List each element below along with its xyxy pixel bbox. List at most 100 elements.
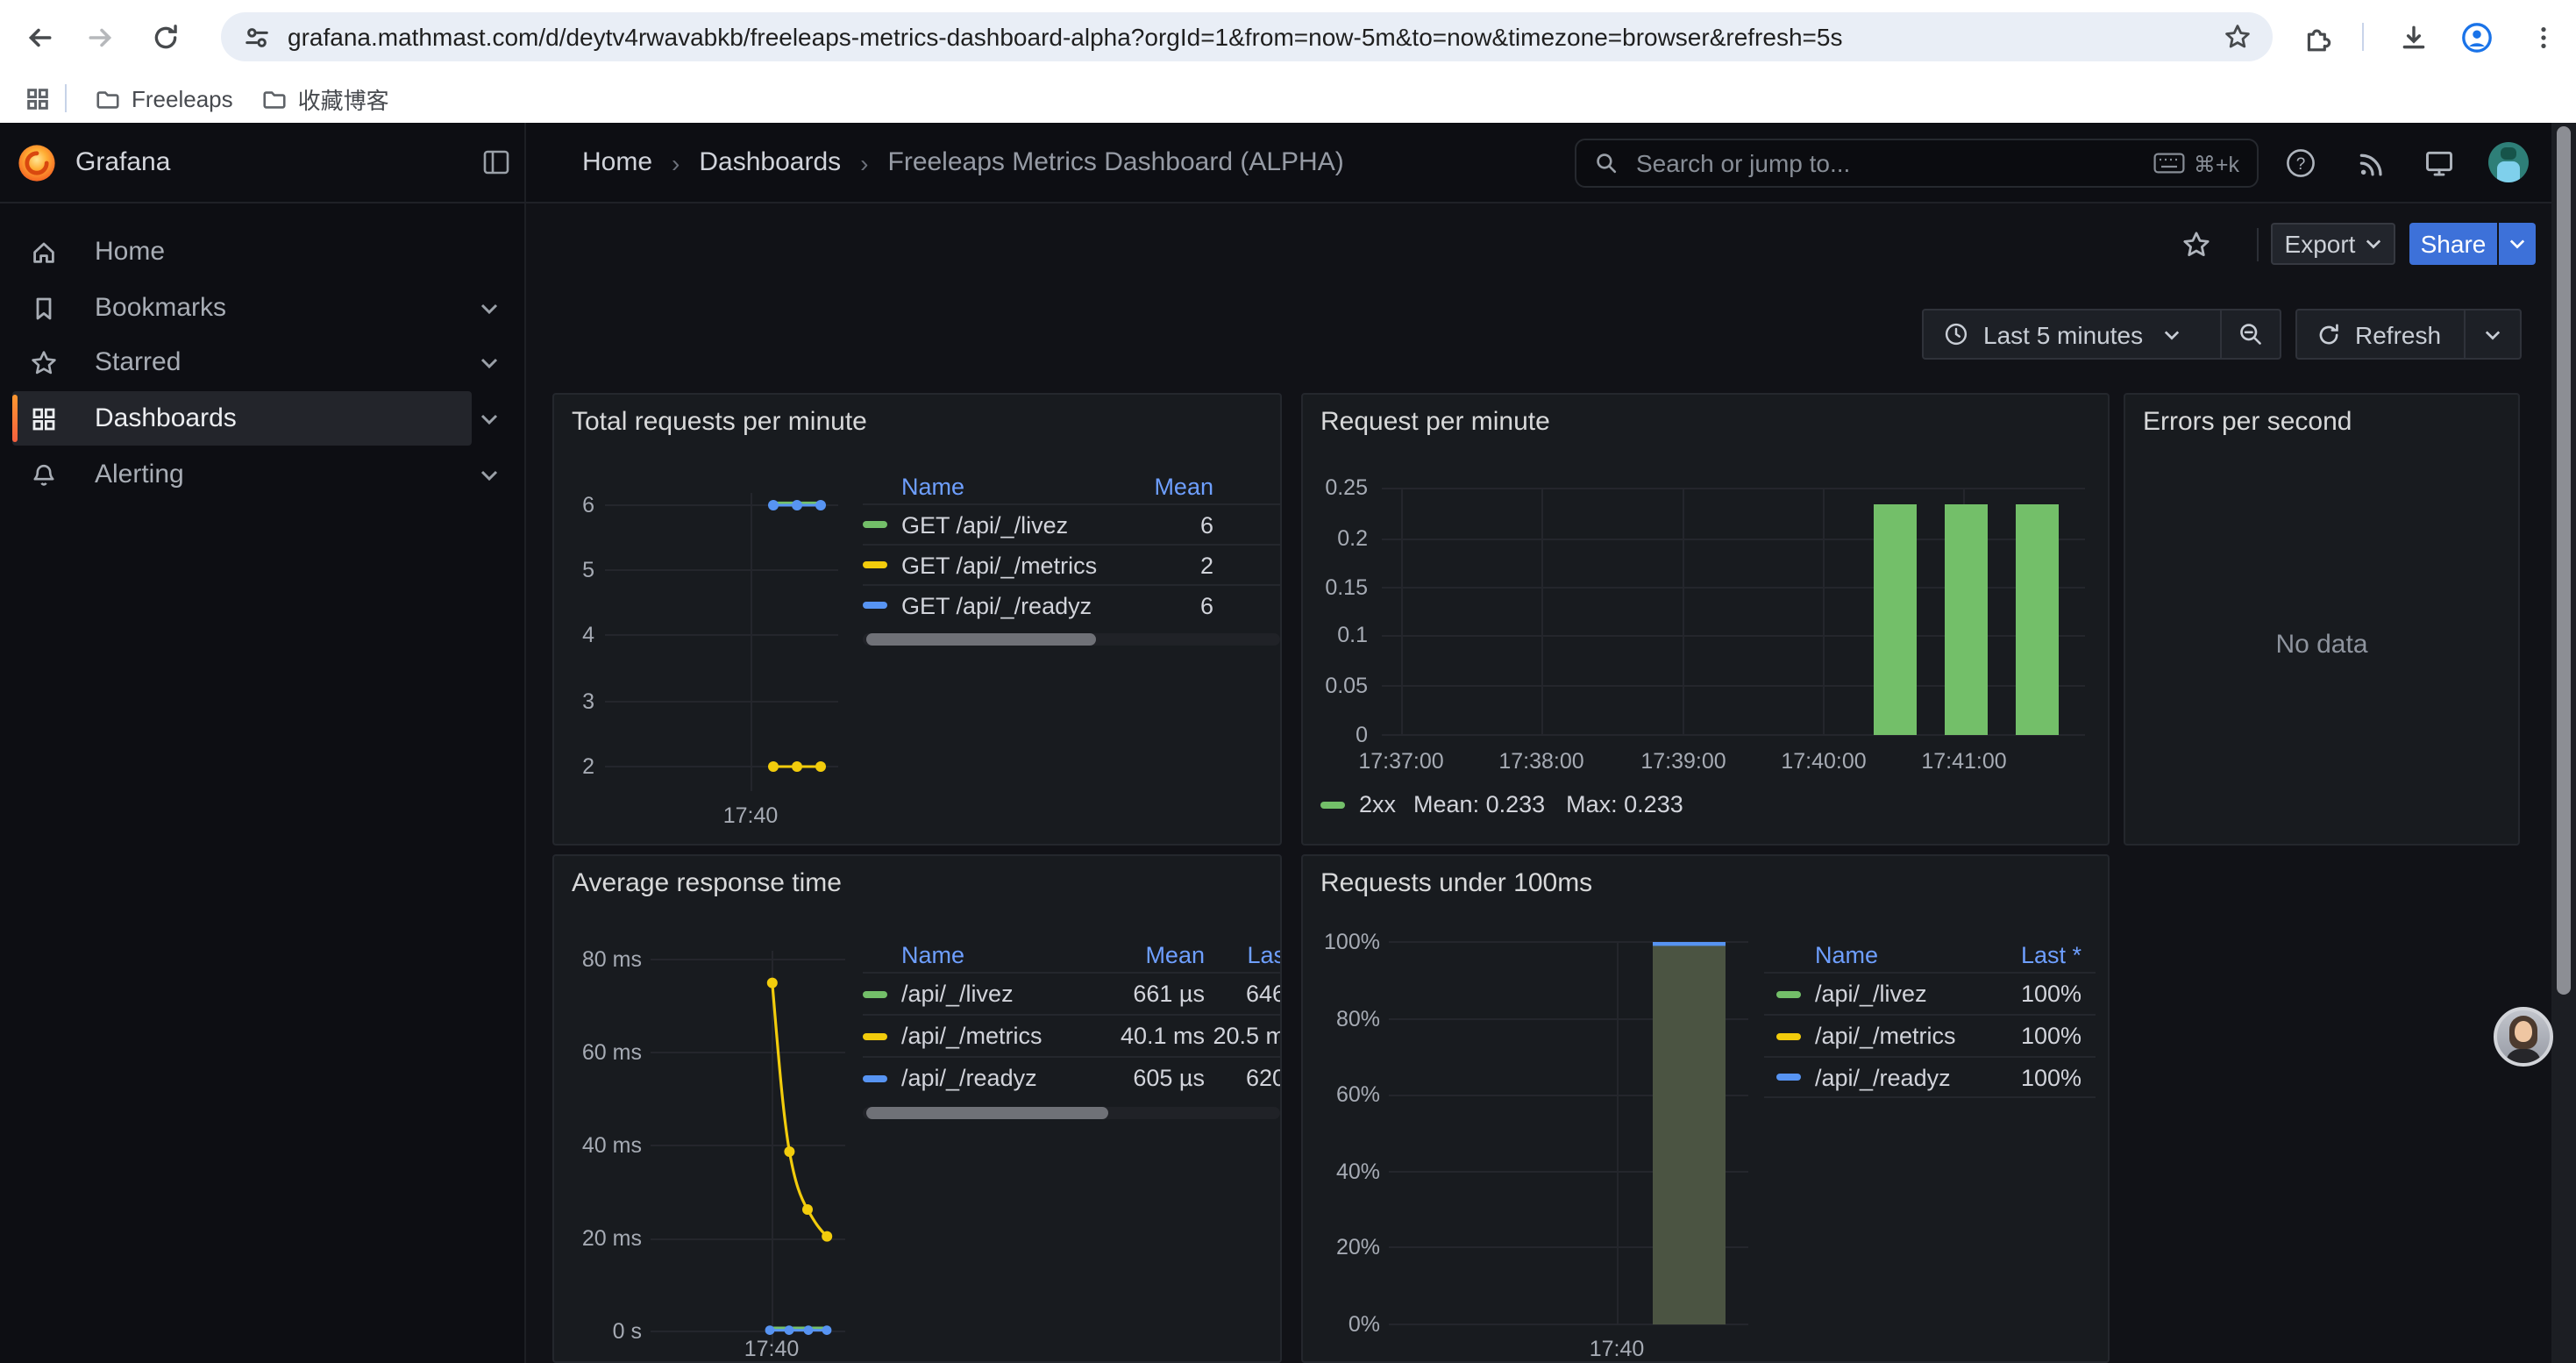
x-tick: 17:40 bbox=[719, 1335, 824, 1363]
panel-errors-per-second: Errors per second No data bbox=[2124, 393, 2520, 846]
legend-col-mean[interactable]: Mean bbox=[1129, 473, 1213, 499]
reload-icon[interactable] bbox=[147, 19, 182, 54]
extensions-icon[interactable] bbox=[2299, 19, 2334, 54]
bar-chart bbox=[1303, 856, 2110, 1363]
zoom-out-time-button[interactable] bbox=[2220, 310, 2280, 358]
legend-col-last[interactable]: Las bbox=[1205, 941, 1282, 967]
legend-scrollbar[interactable] bbox=[863, 633, 1280, 646]
search-input[interactable] bbox=[1633, 147, 2139, 179]
legend-scrollbar[interactable] bbox=[863, 1107, 1280, 1119]
breadcrumb-home[interactable]: Home bbox=[582, 147, 652, 177]
legend-row[interactable]: /api/_/metrics 40.1 ms 20.5 m bbox=[863, 1014, 1282, 1056]
legend-row[interactable]: /api/_/livez 661 µs 646 bbox=[863, 972, 1282, 1014]
legend-col-name[interactable]: Name bbox=[901, 473, 1129, 499]
sidebar-item-starred[interactable]: Starred bbox=[0, 335, 526, 389]
chevron-down-icon[interactable] bbox=[480, 358, 498, 368]
legend-col-name[interactable]: Name bbox=[901, 941, 1099, 967]
legend-col-mean[interactable]: Mean bbox=[1099, 941, 1205, 967]
bookmarks-divider bbox=[65, 84, 67, 112]
toolbar-divider bbox=[2362, 23, 2364, 51]
chevron-down-icon bbox=[2366, 239, 2381, 249]
series-swatch bbox=[863, 561, 887, 568]
series-swatch bbox=[863, 521, 887, 528]
dock-menu-icon[interactable] bbox=[482, 149, 510, 175]
breadcrumb-sep: › bbox=[860, 148, 868, 176]
legend-max: Max: 0.233 bbox=[1566, 791, 1683, 817]
legend-row[interactable]: /api/_/readyz 605 µs 620 bbox=[863, 1056, 1282, 1098]
svg-text:?: ? bbox=[2296, 155, 2306, 174]
bookmark-folder-blogs[interactable]: 收藏博客 bbox=[247, 76, 403, 120]
legend-row[interactable]: GET /api/_/metrics 2 bbox=[863, 544, 1280, 584]
sidebar-item-bookmarks[interactable]: Bookmarks bbox=[0, 281, 526, 335]
search-bar[interactable]: ⌘+k bbox=[1575, 139, 2259, 188]
clock-icon bbox=[1943, 321, 1969, 347]
series-swatch bbox=[863, 1032, 887, 1039]
profile-icon[interactable] bbox=[2459, 19, 2494, 54]
browser-menu-icon[interactable] bbox=[2525, 19, 2560, 54]
bookmark-folder-freeleaps[interactable]: Freeleaps bbox=[81, 80, 247, 117]
sidebar-item-home[interactable]: Home bbox=[0, 225, 526, 279]
panel-requests-under-100ms: Requests under 100ms 100% 80% 60% 40% 20… bbox=[1301, 854, 2110, 1363]
url-input[interactable] bbox=[288, 23, 2210, 51]
grafana-logo[interactable] bbox=[18, 143, 56, 182]
x-tick: 17:41:00 bbox=[1908, 747, 2020, 775]
favorite-dashboard-icon[interactable] bbox=[2181, 230, 2211, 260]
bookmark-star-icon[interactable] bbox=[2224, 23, 2252, 51]
download-icon[interactable] bbox=[2395, 19, 2430, 54]
chevron-down-icon[interactable] bbox=[480, 303, 498, 314]
time-range-picker[interactable]: Last 5 minutes bbox=[1924, 310, 2220, 358]
legend-series-name: 2xx bbox=[1359, 791, 1396, 817]
bookmark-label: 收藏博客 bbox=[298, 82, 389, 115]
legend-col-last[interactable]: Last * bbox=[1990, 941, 2081, 967]
panel-request-per-minute: Request per minute 0.25 0.2 0.15 0.1 0.0… bbox=[1301, 393, 2110, 846]
back-icon[interactable] bbox=[21, 19, 56, 54]
refresh-controls: Refresh bbox=[2295, 309, 2522, 360]
kiosk-monitor-icon[interactable] bbox=[2420, 144, 2459, 182]
legend-col-name[interactable]: Name bbox=[1815, 941, 1990, 967]
browser-toolbar bbox=[0, 0, 2576, 74]
legend-row[interactable]: GET /api/_/livez 6 bbox=[863, 503, 1280, 544]
export-button[interactable]: Export bbox=[2271, 223, 2395, 265]
breadcrumb-sep: › bbox=[672, 148, 680, 176]
x-tick: 17:40 bbox=[1564, 1335, 1669, 1363]
help-icon[interactable]: ? bbox=[2281, 144, 2320, 182]
apps-grid-icon[interactable] bbox=[25, 85, 51, 111]
url-bar[interactable] bbox=[221, 12, 2273, 61]
share-button[interactable]: Share bbox=[2409, 223, 2497, 265]
chevron-down-icon[interactable] bbox=[480, 470, 498, 481]
browser-bookmarks-bar: Freeleaps 收藏博客 bbox=[0, 74, 2576, 123]
user-avatar[interactable] bbox=[2488, 142, 2529, 182]
avatar-art bbox=[2497, 161, 2520, 182]
sidebar-item-alerting[interactable]: Alerting bbox=[0, 447, 526, 502]
legend-row[interactable]: /api/_/metrics 100% bbox=[1764, 1014, 2096, 1056]
chevron-down-icon bbox=[2164, 329, 2180, 339]
news-rss-icon[interactable] bbox=[2352, 144, 2390, 182]
search-icon bbox=[1594, 151, 1619, 175]
time-range-controls: Last 5 minutes bbox=[1922, 309, 2281, 360]
toolbar-divider bbox=[2257, 228, 2259, 261]
series-swatch bbox=[863, 1074, 887, 1081]
bell-icon bbox=[30, 460, 58, 489]
site-settings-icon[interactable] bbox=[244, 24, 270, 50]
breadcrumb-dashboards[interactable]: Dashboards bbox=[699, 147, 841, 177]
legend[interactable]: 2xx Mean: 0.233 Max: 0.233 bbox=[1320, 791, 1683, 817]
chevron-down-icon bbox=[2509, 239, 2525, 249]
floating-assistant-avatar[interactable] bbox=[2494, 1007, 2553, 1067]
folder-icon bbox=[261, 85, 288, 111]
sidebar-item-dashboards[interactable]: Dashboards bbox=[0, 391, 526, 446]
legend-row[interactable]: /api/_/livez 100% bbox=[1764, 972, 2096, 1014]
refresh-interval-button[interactable] bbox=[2464, 310, 2520, 358]
legend-row[interactable]: /api/_/readyz 100% bbox=[1764, 1056, 2096, 1098]
refresh-button[interactable]: Refresh bbox=[2297, 310, 2464, 358]
chevron-down-icon[interactable] bbox=[480, 414, 498, 425]
x-tick: 17:40 bbox=[698, 802, 803, 830]
legend-row[interactable]: GET /api/_/readyz 6 bbox=[863, 584, 1280, 624]
chevron-down-icon bbox=[2485, 329, 2501, 339]
breadcrumb: Home › Dashboards › Freeleaps Metrics Da… bbox=[582, 123, 1344, 202]
share-menu-button[interactable] bbox=[2499, 223, 2536, 265]
home-icon bbox=[30, 238, 58, 266]
panel-title[interactable]: Errors per second bbox=[2143, 407, 2352, 437]
page-scrollbar-thumb[interactable] bbox=[2557, 126, 2571, 995]
legend-table: Name Mean GET /api/_/livez 6 GET /api/_/… bbox=[863, 468, 1280, 646]
forward-icon[interactable] bbox=[82, 19, 117, 54]
